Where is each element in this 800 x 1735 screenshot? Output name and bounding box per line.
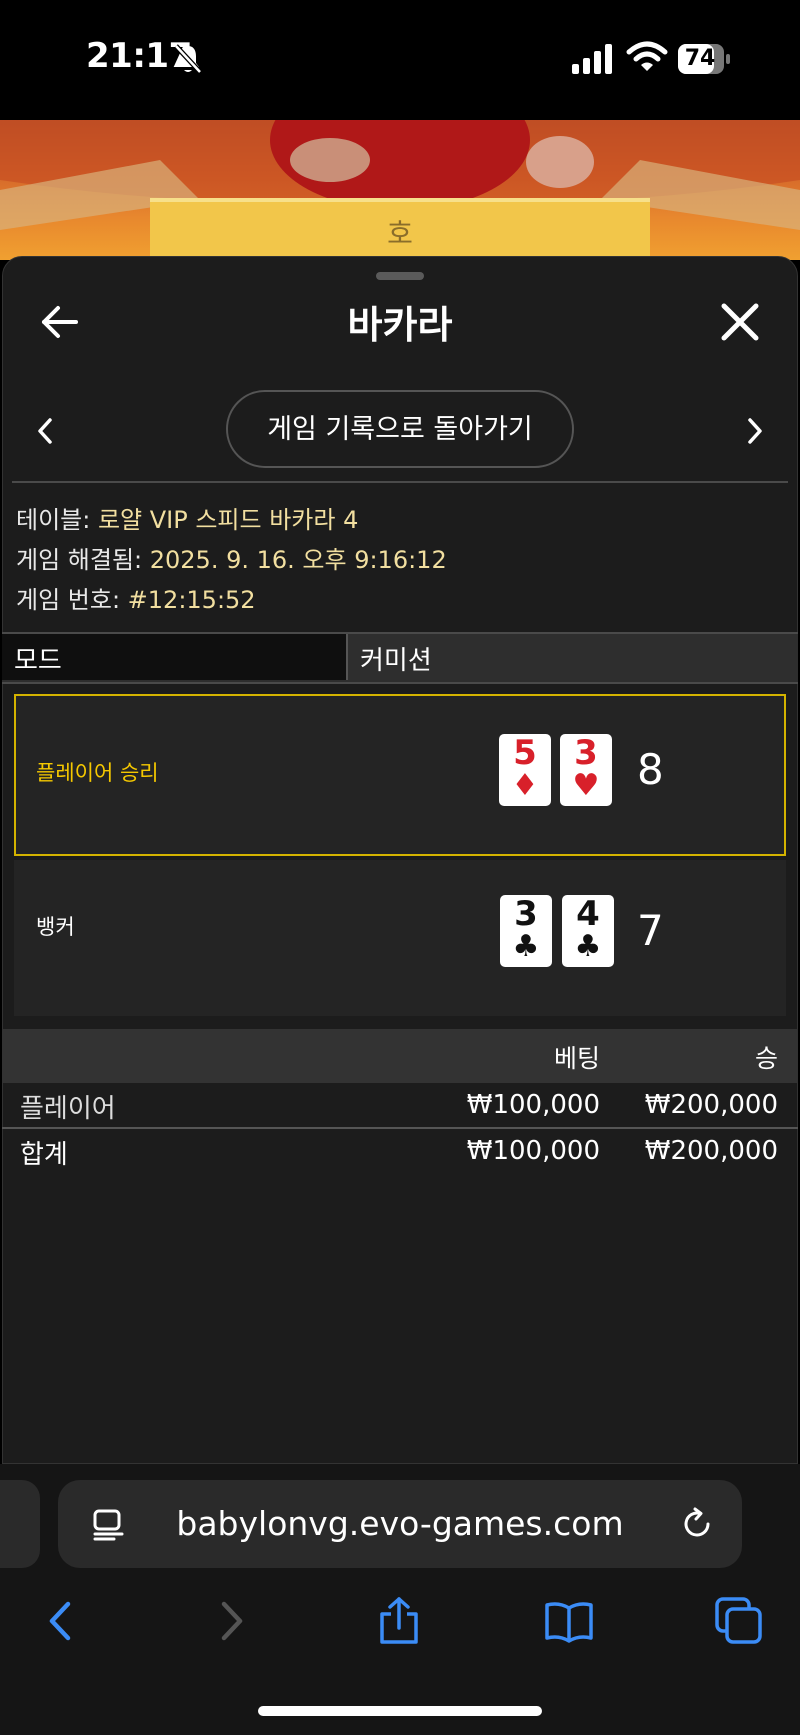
reader-icon[interactable] xyxy=(92,1508,126,1542)
tabs-icon[interactable] xyxy=(714,1596,764,1646)
info-game-number-label: 게임 번호: xyxy=(16,586,128,614)
info-table-value: 로얄 VIP 스피드 바카라 4 xyxy=(97,506,359,534)
share-icon[interactable] xyxy=(374,1596,424,1646)
bet-row-label: 플레이어 xyxy=(20,1094,116,1124)
video-overlay-text: 호 xyxy=(387,217,413,250)
chevron-left-icon[interactable] xyxy=(30,414,60,448)
info-resolved-value: 2025. 9. 16. 오후 9:16:12 xyxy=(149,546,447,574)
url-text[interactable]: babylonvg.evo-games.com xyxy=(150,1504,650,1543)
banker-hand-label: 뱅커 xyxy=(36,915,75,939)
mode-value: 커미션 xyxy=(360,646,432,676)
mode-label: 모드 xyxy=(14,646,62,676)
info-table: 테이블: 로얄 VIP 스피드 바카라 4 xyxy=(16,500,358,535)
banker-hand-panel xyxy=(14,860,786,1016)
total-win: ₩200,000 xyxy=(644,1136,778,1166)
column-header-win: 승 xyxy=(754,1044,778,1073)
playing-card: 3 ♥ xyxy=(560,734,612,806)
playing-card: 4 ♣ xyxy=(562,895,614,967)
silent-bell-icon xyxy=(174,44,202,74)
info-game-number: 게임 번호: #12:15:52 xyxy=(16,580,256,615)
heart-suit-icon: ♥ xyxy=(572,768,600,803)
info-resolved: 게임 해결됨: 2025. 9. 16. 오후 9:16:12 xyxy=(16,540,447,575)
browser-back-icon[interactable] xyxy=(36,1596,86,1646)
previous-tab-stub[interactable] xyxy=(0,1480,40,1568)
card-rank: 5 xyxy=(513,733,537,773)
club-suit-icon: ♣ xyxy=(574,929,602,964)
divider xyxy=(2,1127,798,1129)
cellular-signal-icon xyxy=(572,44,612,74)
chevron-right-icon[interactable] xyxy=(740,414,770,448)
page-title: 바카라 xyxy=(347,303,453,347)
total-bet: ₩100,000 xyxy=(466,1136,600,1166)
wifi-icon xyxy=(626,41,668,71)
club-suit-icon: ♣ xyxy=(512,929,540,964)
card-rank: 3 xyxy=(514,894,538,934)
reload-icon[interactable] xyxy=(680,1506,716,1542)
playing-card: 3 ♣ xyxy=(500,895,552,967)
card-rank: 3 xyxy=(574,733,598,773)
total-label: 합계 xyxy=(20,1140,68,1170)
card-rank: 4 xyxy=(576,894,600,934)
browser-forward-icon[interactable] xyxy=(206,1596,256,1646)
banker-score: 7 xyxy=(637,906,664,955)
info-resolved-label: 게임 해결됨: xyxy=(16,546,150,574)
sheet-drag-handle[interactable] xyxy=(376,272,424,280)
info-table-label: 테이블: xyxy=(16,506,98,534)
player-hand-label: 플레이어 승리 xyxy=(36,761,159,785)
bet-row-win: ₩200,000 xyxy=(644,1090,778,1120)
player-score: 8 xyxy=(637,745,664,794)
return-to-history-button[interactable]: 게임 기록으로 돌아가기 xyxy=(226,390,574,468)
column-header-bet: 베팅 xyxy=(553,1044,600,1073)
close-icon[interactable] xyxy=(718,300,762,344)
playing-card: 5 ♦ xyxy=(499,734,551,806)
battery-level: 74 xyxy=(684,46,716,71)
divider xyxy=(12,481,788,483)
info-game-number-value: #12:15:52 xyxy=(127,586,256,614)
home-indicator[interactable] xyxy=(258,1706,542,1716)
diamond-suit-icon: ♦ xyxy=(511,768,539,803)
book-icon[interactable] xyxy=(544,1596,594,1646)
arrow-left-icon[interactable] xyxy=(38,300,82,344)
bet-row-amount: ₩100,000 xyxy=(466,1090,600,1120)
